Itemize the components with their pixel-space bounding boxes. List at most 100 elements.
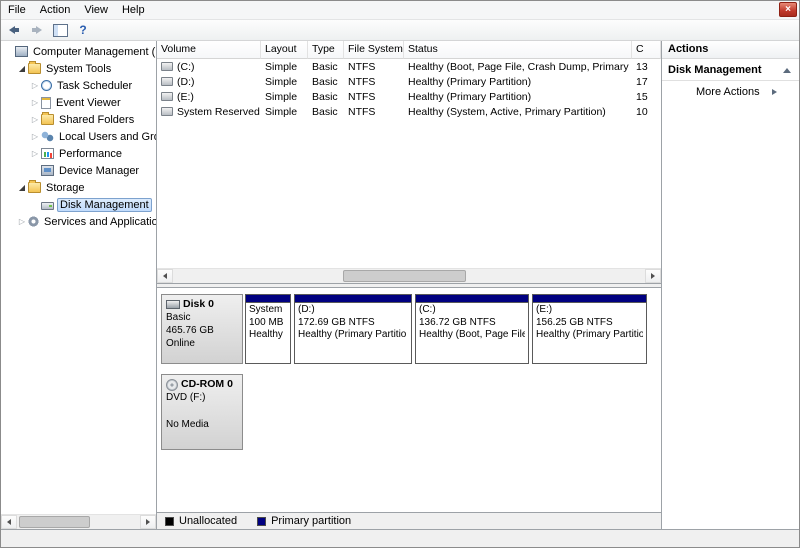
tree-item-performance[interactable]: Performance: [1, 145, 156, 162]
tree-horizontal-scrollbar[interactable]: [1, 514, 156, 529]
volume-table-header: Volume Layout Type File System Status C: [157, 41, 661, 59]
tree-collapsed-arrow-icon[interactable]: [16, 213, 28, 230]
volume-list-pane: Volume Layout Type File System Status C (C:) S…: [157, 41, 661, 283]
toolbar-help-icon[interactable]: [73, 21, 93, 39]
partition-c[interactable]: (C:) 136.72 GB NTFS Healthy (Boot, Page Fi…: [415, 294, 529, 364]
more-actions-label: More Actions: [696, 86, 760, 98]
tree-item-label: Services and Applications: [44, 215, 156, 228]
partition-text-line: (E:): [536, 304, 553, 315]
toolbar-back-icon[interactable]: [4, 21, 24, 39]
tree-scroll-left-button[interactable]: [1, 515, 17, 529]
tree-item-computer-management-local[interactable]: Computer Management (Local: [1, 43, 156, 60]
volume-row-e[interactable]: (E:) Simple Basic NTFS Healthy (Primary Part…: [157, 89, 661, 104]
volume-row-system-reserved[interactable]: System Reserved Simple Basic NTFS Healthy (S…: [157, 104, 661, 119]
close-icon[interactable]: [779, 2, 797, 17]
cell-type: Basic: [312, 75, 338, 88]
volume-scroll-track[interactable]: [173, 269, 645, 283]
task-scheduler-icon: [41, 80, 52, 91]
volume-scroll-left-button[interactable]: [157, 269, 173, 283]
cell-file-system: NTFS: [348, 90, 376, 103]
device-manager-icon: [41, 165, 54, 176]
legend: Unallocated Primary partition: [157, 512, 661, 529]
disk0-header[interactable]: Disk 0 Basic 465.76 GB Online: [161, 294, 243, 364]
tree-collapsed-arrow-icon[interactable]: [29, 77, 41, 94]
cell-file-system: NTFS: [348, 105, 376, 118]
partition-d[interactable]: (D:) 172.69 GB NTFS Healthy (Primary Parti…: [294, 294, 412, 364]
disk-icon: [41, 201, 54, 210]
actions-pane: Actions Disk Management More Actions: [662, 41, 799, 529]
partition-e[interactable]: (E:) 156.25 GB NTFS Healthy (Primary Parti…: [532, 294, 647, 364]
cell-status: Healthy (Primary Partition): [408, 75, 532, 88]
actions-section-disk-management[interactable]: Disk Management: [662, 59, 799, 81]
tree-scroll-track[interactable]: [17, 515, 140, 529]
cell-c: 17: [636, 75, 648, 88]
performance-icon: [41, 148, 54, 159]
cell-status: Healthy (Boot, Page File, Crash Dump, Pr…: [408, 60, 632, 73]
legend-items: Unallocated Primary partition: [165, 515, 351, 527]
partition-text-line: 172.69 GB NTFS: [298, 316, 375, 328]
tree-item-task-scheduler[interactable]: Task Scheduler: [1, 77, 156, 94]
legend-swatch: [165, 516, 174, 526]
volume-scroll-right-button[interactable]: [645, 269, 661, 283]
column-header-c[interactable]: C: [632, 41, 661, 59]
tree-scroll-thumb[interactable]: [19, 516, 91, 528]
toolbar: [1, 20, 799, 41]
tree-collapsed-arrow-icon[interactable]: [29, 94, 41, 111]
cell-layout: Simple: [265, 90, 298, 103]
cell-file-system: NTFS: [348, 60, 376, 73]
column-header-file-system[interactable]: File System: [344, 41, 404, 59]
cdrom-header[interactable]: CD-ROM 0 DVD (F:) No Media: [161, 374, 243, 450]
column-header-volume[interactable]: Volume: [157, 41, 261, 59]
partition-text-line: Healthy (Boot, Page File: [419, 329, 525, 340]
tree-item-label: System Tools: [46, 62, 112, 75]
tree-collapsed-arrow-icon[interactable]: [29, 111, 41, 128]
cell-type: Basic: [312, 105, 338, 118]
cell-type: Basic: [312, 60, 338, 73]
volume-row-c[interactable]: (C:) Simple Basic NTFS Healthy (Boot, Page F…: [157, 59, 661, 74]
menu-view[interactable]: View: [77, 2, 115, 18]
volume-horizontal-scrollbar[interactable]: [157, 268, 661, 283]
partition-color-band: [246, 295, 290, 303]
partition-text-line: 100 MB: [249, 316, 284, 328]
column-header-status[interactable]: Status: [404, 41, 632, 59]
column-header-layout[interactable]: Layout: [261, 41, 308, 59]
volume-scroll-thumb[interactable]: [342, 270, 466, 282]
tree-item-storage[interactable]: Storage: [1, 179, 156, 196]
tree-item-event-viewer[interactable]: Event Viewer: [1, 94, 156, 111]
legend-swatch: [257, 516, 267, 526]
tree-item-label: Task Scheduler: [57, 79, 133, 92]
partition-system[interactable]: System 100 MB Healthy: [245, 294, 291, 364]
toolbar-console-tree-icon[interactable]: [50, 21, 70, 39]
menu-bar: File Action View Help: [1, 1, 799, 20]
tree-item-system-tools[interactable]: System Tools: [1, 60, 156, 77]
tree-collapsed-arrow-icon[interactable]: [29, 145, 41, 162]
tree-item-shared-folders[interactable]: Shared Folders: [1, 111, 156, 128]
legend-item-unallocated: Unallocated: [165, 515, 237, 527]
cell-layout: Simple: [265, 105, 298, 118]
partition-text-line: Healthy: [249, 329, 283, 340]
more-actions-item[interactable]: More Actions: [662, 81, 799, 102]
cd-icon: [166, 378, 178, 391]
tree-item-local-users-and-groups[interactable]: Local Users and Groups: [1, 128, 156, 145]
menu-file[interactable]: File: [1, 2, 33, 18]
tree-item-device-manager[interactable]: Device Manager: [1, 162, 156, 179]
column-header-type[interactable]: Type: [308, 41, 344, 59]
volume-icon: [161, 61, 173, 71]
cell-type: Basic: [312, 90, 338, 103]
tree-scroll-right-button[interactable]: [140, 515, 156, 529]
tree-item-services-and-applications[interactable]: Services and Applications: [1, 213, 156, 230]
collapse-arrow-icon[interactable]: [783, 67, 791, 73]
toolbar-forward-icon[interactable]: [27, 21, 47, 39]
partition-info: (E:) 156.25 GB NTFS Healthy (Primary Parti…: [533, 303, 646, 363]
console-tree: Computer Management (Local System Tools Ta…: [1, 41, 156, 230]
actions-section-label: Disk Management: [668, 64, 762, 76]
menu-action[interactable]: Action: [33, 2, 78, 18]
tree-collapsed-arrow-icon[interactable]: [29, 128, 41, 145]
volume-row-d[interactable]: (D:) Simple Basic NTFS Healthy (Primary Part…: [157, 74, 661, 89]
partition-text-line: 156.25 GB NTFS: [536, 316, 613, 328]
cell-status: Healthy (Primary Partition): [408, 90, 532, 103]
tree-item-disk-management[interactable]: Disk Management: [1, 196, 156, 213]
menu-help[interactable]: Help: [115, 2, 152, 18]
tree-expanded-arrow-icon[interactable]: [16, 179, 28, 196]
tree-expanded-arrow-icon[interactable]: [16, 60, 28, 77]
